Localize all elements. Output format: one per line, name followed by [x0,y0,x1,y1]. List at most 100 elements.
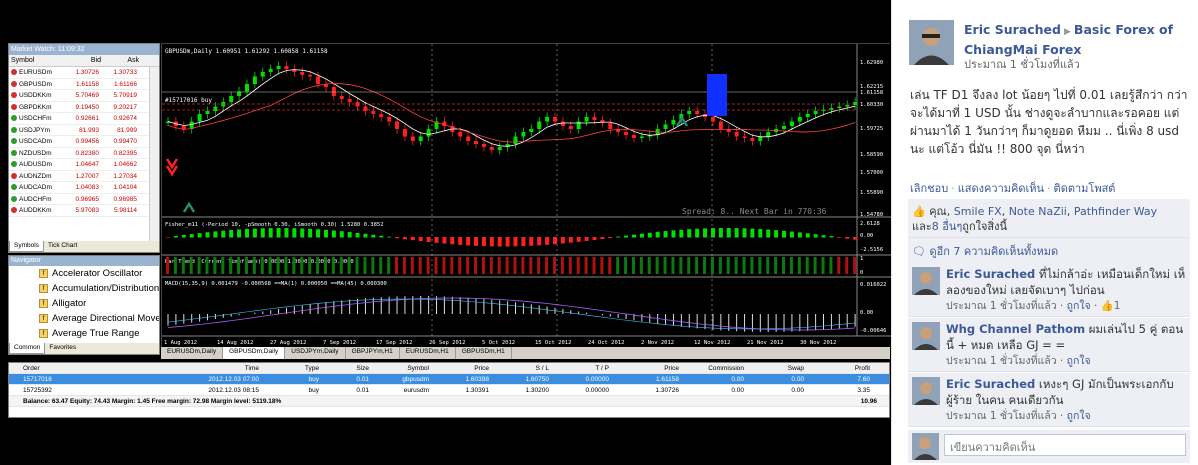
market-watch-row[interactable]: AUDNZDm 1.27007 1.27034 [9,171,159,182]
terminal-column-header[interactable]: S / L [489,363,549,373]
comment-like-link[interactable]: ถูกใจ [1067,300,1091,312]
market-watch-row[interactable]: USDCADm 0.99456 0.99470 [9,136,159,148]
comment-time[interactable]: ประมาณ 1 ชั่วโมงที่แล้ว [946,300,1057,312]
column-ask[interactable]: Ask [101,55,139,66]
unlike-link[interactable]: เลิกชอบ [910,182,948,195]
candle-body [718,121,723,129]
liker-link[interactable]: Smile FX [954,205,1002,218]
fisher-bar [726,228,731,238]
order-row[interactable]: 15717016 2012.12.03 07:00 buy 0.01 gbpusdm 1.… [9,374,889,385]
tab-tick-chart[interactable]: Tick Chart [44,241,81,252]
market-watch-row[interactable]: GBPDKKm 9.19450 9.20217 [9,102,159,113]
liker-link[interactable]: Note NaZii [1009,205,1067,218]
chart-tab[interactable]: GBPJPYm,H1 [346,347,400,359]
fisher-bar [450,237,455,245]
market-watch-scrollbar[interactable] [149,67,159,247]
post-time[interactable]: ประมาณ 1 ชั่วโมงที่แล้ว [964,55,1080,73]
author-avatar[interactable] [909,20,954,65]
date-tick-label: 27 Aug 2012 [270,340,306,346]
price-tick-label: 1.61158 [860,90,883,96]
navigator-indicator-item[interactable]: f Alligator [9,296,159,311]
arrow-up-icon [11,126,17,133]
author-name[interactable]: Eric Surached [964,22,1061,37]
view-all-comments[interactable]: 🗨 ดูอีก 7 ความคิดเห็นทั้งหมด [908,238,1190,265]
terminal-column-header[interactable]: Profit [804,363,874,373]
chart-tab[interactable]: EURUSDm,H1 [400,347,456,359]
commenter-avatar[interactable] [912,322,940,350]
ask-cell: 1.04662 [113,161,138,168]
bid-cell: 1.30726 [75,69,100,76]
column-symbol[interactable]: Symbol [9,55,65,66]
terminal-column-header[interactable]: Price [609,363,679,373]
candle-body [458,132,463,137]
trend-bar [782,257,786,274]
comment-like-link[interactable]: ถูกใจ [1067,355,1091,367]
navigator-indicator-item[interactable]: f Average True Range [9,326,159,341]
market-watch-row[interactable]: USDCHFm 0.92661 0.92674 [9,113,159,125]
market-watch-row[interactable]: AUDCADm 1.04083 1.04104 [9,182,159,194]
comment-time[interactable]: ประมาณ 1 ชั่วโมงที่แล้ว [946,410,1057,422]
market-watch-row[interactable]: AUDCHFm 0.96965 0.96985 [9,194,159,205]
follow-post-link[interactable]: ติดตามโพสต์ [1054,182,1116,195]
trend-bar [197,257,201,274]
navigator-indicator-item[interactable]: fAverage Directional Movement [9,311,159,326]
other-likers-link[interactable]: 8 อื่นๆ [932,220,963,233]
commenter-name[interactable]: Whg Channel Pathom [946,322,1085,336]
chart-tab[interactable]: USDJPYm,Daily [285,347,346,359]
chart-tab[interactable]: GBPUSDm,Daily [223,347,286,359]
trend-bar [213,257,217,274]
market-watch-row[interactable]: USDJPYm 81.993 81.999 [9,125,159,136]
tab-symbols[interactable]: Symbols [9,241,44,252]
terminal-column-header[interactable]: Commission [679,363,744,373]
navigator-indicator-item[interactable]: f Accelerator Oscillator [9,266,159,281]
trend-bar [537,257,541,274]
market-watch-row[interactable]: GBPUSDm 1.61158 1.61166 [9,79,159,90]
trend-bar [829,257,833,274]
commenter-name[interactable]: Eric Surached [946,377,1035,391]
fisher-bar [639,233,644,238]
market-watch-row[interactable]: AUDDKKm 5.97083 5.98114 [9,205,159,217]
arrow-up-icon [11,195,17,202]
commenter-name[interactable]: Eric Surached [946,267,1035,281]
order-row[interactable]: 15725392 2012.12.03 08:15 buy 0.01 eurusdm 1.… [9,385,889,396]
navigator-indicator-item[interactable]: f Accumulation/Distribution [9,281,159,296]
date-tick-label: 24 Oct 2012 [588,340,624,346]
chart-tab[interactable]: EURUSDm,Daily [161,347,224,359]
market-watch-row[interactable]: USDDKKm 5.70469 5.70919 [9,90,159,102]
terminal-column-header[interactable]: Size [319,363,369,373]
bid-cell: 0.99456 [75,138,100,145]
terminal-column-header[interactable]: Order [9,363,159,373]
terminal-column-header[interactable]: T / P [549,363,609,373]
candle-body [300,72,305,75]
fisher-bar [371,234,376,238]
liker-link[interactable]: Pathfinder Way [1074,205,1157,218]
price-chart[interactable]: GBPUSDm,Daily 1.60951 1.61292 1.60858 1.… [161,43,891,348]
fisher-bar [671,230,676,238]
balance-profit: 10.96 [860,398,877,405]
order-cell: eurusdm [403,387,429,394]
chart-tab[interactable]: GBPUSDm,H1 [456,347,512,359]
terminal-column-header[interactable]: Symbol [369,363,429,373]
terminal-column-header[interactable]: Price [429,363,489,373]
fisher-bar [600,237,605,240]
column-bid[interactable]: Bid [65,55,101,66]
terminal-column-header[interactable]: Swap [744,363,804,373]
tab-common[interactable]: Common [9,343,46,354]
indicator-icon: f [39,313,48,323]
comment-like-link[interactable]: ถูกใจ [1067,410,1091,422]
tab-favorites[interactable]: Favorites [45,343,80,354]
market-watch-row[interactable]: EURUSDm 1.30726 1.30733 [9,67,159,79]
fisher-bar [213,231,218,238]
terminal-column-header[interactable]: Type [259,363,319,373]
comment-link[interactable]: แสดงความคิดเห็น [958,182,1044,195]
metatrader-window: Market Watch: 11:09:32 Symbol Bid Ask EU… [0,0,891,465]
fisher-bar [292,228,297,238]
comment-input[interactable]: เขียนความคิดเห็น [944,434,1186,456]
fisher-bar [655,231,660,238]
commenter-avatar[interactable] [912,377,940,405]
terminal-column-header[interactable]: Time [159,363,259,373]
market-watch-row[interactable]: AUDUSDm 1.04647 1.04662 [9,159,159,171]
commenter-avatar[interactable] [912,267,940,295]
market-watch-row[interactable]: NZDUSDm 0.82380 0.82395 [9,148,159,159]
comment-time[interactable]: ประมาณ 1 ชั่วโมงที่แล้ว [946,355,1057,367]
